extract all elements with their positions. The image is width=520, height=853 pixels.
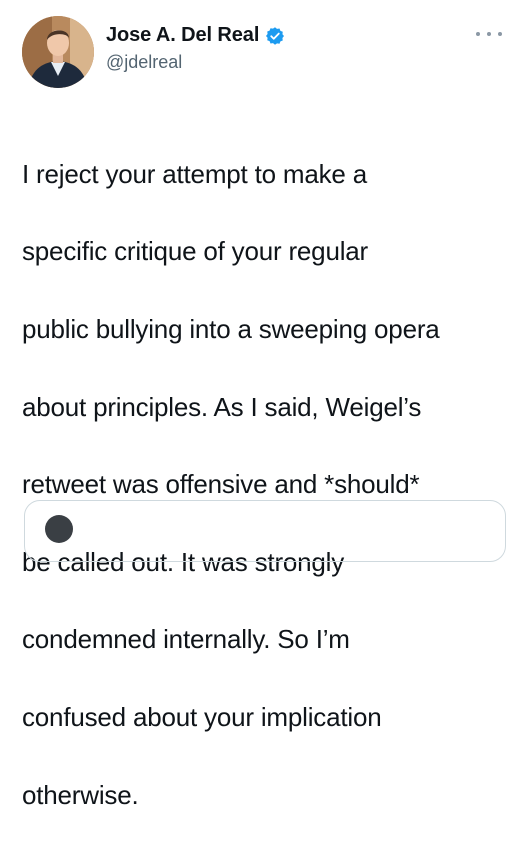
author-name[interactable]: Jose A. Del Real [106,24,259,47]
author-avatar[interactable] [22,16,94,88]
tweet: Jose A. Del Real @jdelreal I reject your… [0,0,520,810]
author-handle[interactable]: @jdelreal [106,52,182,73]
tweet-text: I reject your attempt to make a specific… [22,116,512,853]
tweet-line: public bullying into a sweeping opera [22,313,440,344]
tweet-line: otherwise. [22,779,139,810]
tweet-line: I reject your attempt to make a [22,158,367,189]
more-dot [498,32,502,36]
avatar-photo [22,16,94,88]
tweet-line: about principles. As I said, Weigel’s [22,391,422,422]
quoted-author-avatar [45,515,73,543]
verified-badge-icon [265,26,285,46]
more-dot [487,32,491,36]
tweet-line: condemned internally. So I’m [22,624,350,655]
tweet-line: confused about your implication [22,701,382,732]
tweet-line: retweet was offensive and *should* [22,469,420,500]
more-dot [476,32,480,36]
quoted-tweet-card[interactable] [24,500,506,562]
tweet-line: specific critique of your regular [22,236,368,267]
more-options-icon[interactable] [476,26,502,42]
author-name-row: Jose A. Del Real [106,24,285,47]
